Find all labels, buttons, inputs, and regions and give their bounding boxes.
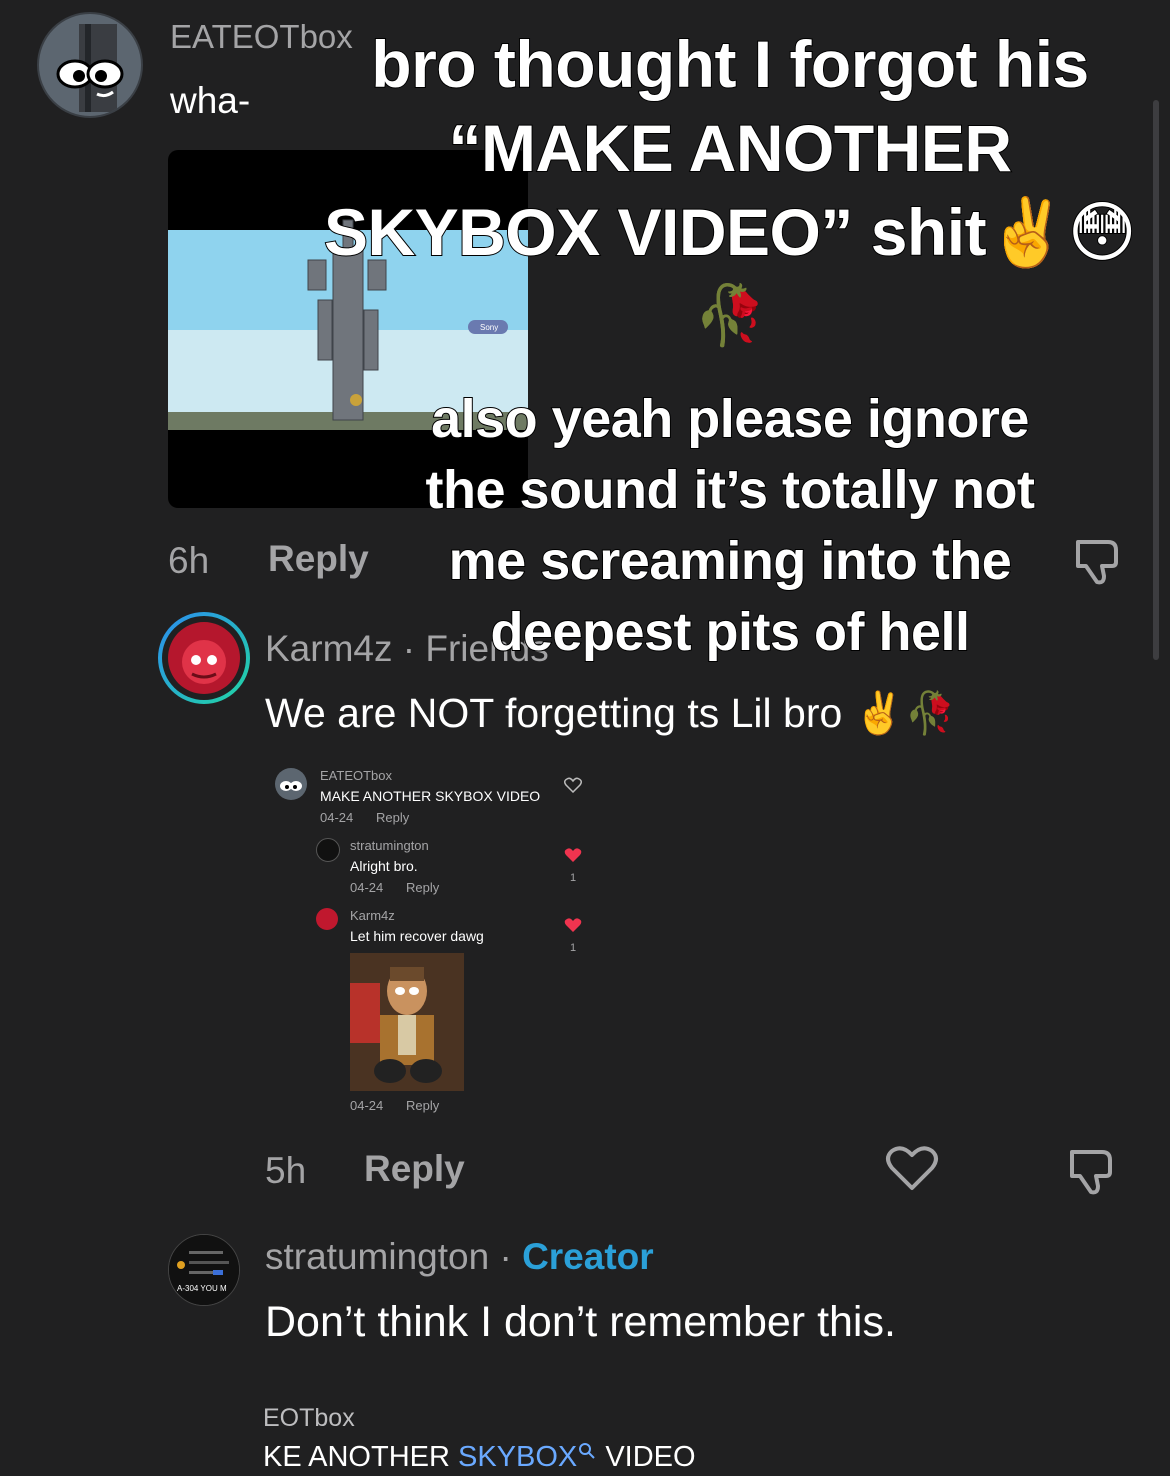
like-button[interactable] [884,1142,940,1199]
thread-username: EATEOTbox [320,768,393,783]
comment-text: Don’t think I don’t remember this. [265,1298,896,1346]
video-caption-bottom: also yeah please ignore the sound it’s t… [300,384,1160,668]
heart-outline-icon [564,777,582,793]
caption-line: bro thought I forgot his [370,26,1090,102]
eyes-icon [56,24,124,112]
caption-line: “MAKE ANOTHER [447,110,1013,186]
avatar [275,768,307,800]
avatar-image: A-304 YOU M [169,1235,239,1305]
avatar [316,908,338,930]
thread-username: stratumington [350,838,429,853]
separator: · [489,1236,523,1277]
comment-username-line[interactable]: stratumington · Creator [265,1236,654,1278]
attached-comment-screenshot[interactable]: EATEOTbox MAKE ANOTHER SKYBOX VIDEO 04-2… [270,760,600,1120]
comment-text: We are NOT forgetting ts Lil bro ✌️🥀 [265,690,956,736]
dislike-button[interactable] [1064,1142,1120,1203]
thread-date: 04-24 [320,810,354,825]
quoted-username: EOTbox [263,1404,355,1432]
thread-text: Let him recover dawg [350,928,484,944]
quoted-text-part: KE ANOTHER [263,1441,458,1473]
comment-username[interactable]: stratumington [265,1236,489,1277]
caption-line: SKYBOX VIDEO” shit✌️😳 [323,194,1138,270]
quoted-text-part: VIDEO [597,1441,696,1473]
thread-reply: Reply [406,880,440,895]
video-caption-top: bro thought I forgot his “MAKE ANOTHER S… [300,22,1160,358]
thread-text: Alright bro. [350,858,418,874]
thread-like-count: 1 [570,942,577,954]
search-icon[interactable] [577,1441,597,1461]
heart-filled-icon [564,918,582,932]
heart-filled-icon [564,848,582,862]
quoted-text: KE ANOTHER SKYBOX VIDEO [263,1441,696,1474]
caption-line: deepest pits of hell [489,601,971,663]
avatar-caption: A-304 YOU M [177,1284,227,1293]
thread-date: 04-24 [350,1098,384,1113]
eyes-icon [280,781,302,791]
search-link[interactable]: SKYBOX [458,1441,577,1473]
wilted-rose-emoji: 🥀 [693,282,767,349]
reply-button[interactable]: Reply [364,1148,465,1190]
thread-username: Karm4z [350,908,395,923]
thread-text: MAKE ANOTHER SKYBOX VIDEO [320,788,541,804]
creator-tag: Creator [522,1236,654,1277]
avatar-karm4z[interactable] [158,612,250,704]
thread-like-count: 1 [570,872,577,884]
avatar-stratumington[interactable]: A-304 YOU M [168,1234,240,1306]
avatar-image [168,622,240,694]
caption-line: the sound it’s totally not [425,459,1036,521]
comment-time: 5h [265,1150,307,1191]
comment-time: 6h [168,540,210,581]
heart-outline-icon [886,1146,938,1190]
thread-image [350,953,464,1091]
avatar-eateotbox[interactable] [37,12,143,118]
comment-text: wha- [170,80,251,121]
thread-reply: Reply [406,1098,440,1113]
thumbs-down-icon [1070,1150,1112,1195]
avatar [316,838,340,862]
thread-date: 04-24 [350,880,384,895]
caption-line: me screaming into the [448,530,1013,592]
caption-line: also yeah please ignore [430,388,1030,450]
thread-reply: Reply [376,810,410,825]
